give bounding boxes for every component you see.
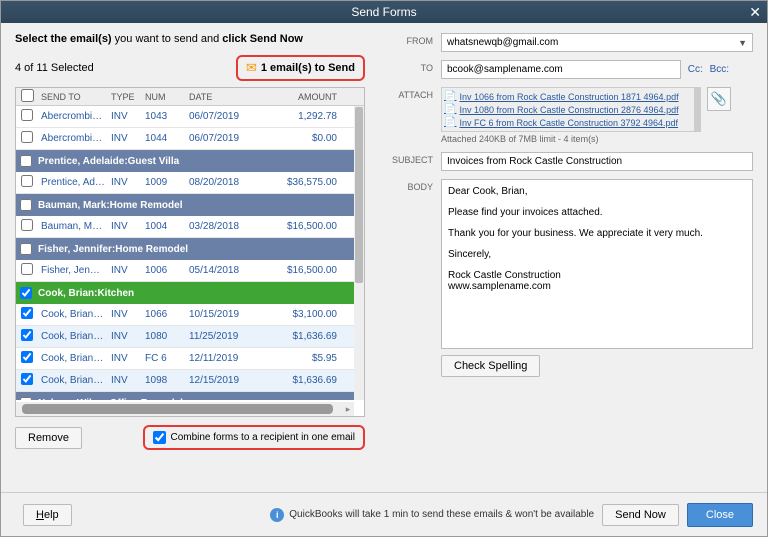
- table-row[interactable]: Abercrombie, K...INV104406/07/2019$0.00: [16, 128, 364, 150]
- attachment-file[interactable]: 📄Inv FC 6 from Rock Castle Construction …: [444, 116, 698, 129]
- envelope-icon: ✉: [246, 60, 257, 76]
- close-icon[interactable]: ✕: [749, 1, 761, 23]
- col-date[interactable]: DATE: [186, 92, 260, 102]
- info-icon: i: [270, 508, 284, 522]
- col-num[interactable]: NUM: [142, 92, 186, 102]
- email-table: SEND TO TYPE NUM DATE AMOUNT Abercrombie…: [15, 87, 365, 417]
- pdf-icon: 📄: [444, 104, 456, 115]
- table-row[interactable]: Cook, Brian:Kit...INV106610/15/2019$3,10…: [16, 304, 364, 326]
- table-row[interactable]: Cook, Brian:Kit...INVFC 612/11/2019$5.95: [16, 348, 364, 370]
- attachment-list: 📄Inv 1066 from Rock Castle Construction …: [441, 87, 701, 132]
- selection-count: 4 of 11 Selected: [15, 62, 94, 74]
- table-header: SEND TO TYPE NUM DATE AMOUNT: [16, 88, 364, 106]
- group-header[interactable]: Fisher, Jennifer:Home Remodel: [16, 238, 364, 260]
- paperclip-icon[interactable]: 📎: [707, 87, 731, 111]
- attach-note: Attached 240KB of 7MB limit - 4 item(s): [441, 134, 701, 144]
- footer-info: i QuickBooks will take 1 min to send the…: [270, 508, 594, 522]
- col-sendto[interactable]: SEND TO: [38, 92, 108, 102]
- group-header[interactable]: Cook, Brian:Kitchen: [16, 282, 364, 304]
- group-checkbox[interactable]: [20, 199, 32, 211]
- pdf-icon: 📄: [444, 91, 456, 102]
- to-label: TO: [381, 60, 433, 73]
- attachment-file[interactable]: 📄Inv 1080 from Rock Castle Construction …: [444, 103, 698, 116]
- row-checkbox[interactable]: [21, 109, 33, 121]
- row-checkbox[interactable]: [21, 351, 33, 363]
- group-header[interactable]: Prentice, Adelaide:Guest Villa: [16, 150, 364, 172]
- subject-input[interactable]: [441, 152, 753, 171]
- select-all-checkbox[interactable]: [21, 89, 34, 102]
- table-row[interactable]: Prentice, Adelai...INV100908/20/2018$36,…: [16, 172, 364, 194]
- row-checkbox[interactable]: [21, 373, 33, 385]
- horizontal-scrollbar[interactable]: ▸: [16, 402, 354, 416]
- cc-link[interactable]: Cc:: [688, 64, 703, 75]
- row-checkbox[interactable]: [21, 131, 33, 143]
- pdf-icon: 📄: [444, 117, 456, 128]
- body-textarea[interactable]: Dear Cook, Brian,Please find your invoic…: [441, 179, 753, 349]
- col-type[interactable]: TYPE: [108, 92, 142, 102]
- table-row[interactable]: Cook, Brian:Kit...INV109812/15/2019$1,63…: [16, 370, 364, 392]
- titlebar: Send Forms ✕: [1, 1, 767, 23]
- group-header[interactable]: Nelson, Wilma:Office Remodel: [16, 392, 364, 400]
- attachment-file[interactable]: 📄Inv 1066 from Rock Castle Construction …: [444, 90, 698, 103]
- help-button[interactable]: Help: [23, 504, 72, 526]
- chevron-down-icon: ▼: [738, 38, 747, 48]
- row-checkbox[interactable]: [21, 219, 33, 231]
- table-row[interactable]: Bauman, Mark:...INV100403/28/2018$16,500…: [16, 216, 364, 238]
- from-label: FROM: [381, 33, 433, 46]
- close-button[interactable]: Close: [687, 503, 753, 527]
- combine-checkbox[interactable]: [153, 431, 166, 444]
- attach-label: ATTACH: [381, 87, 433, 100]
- group-checkbox[interactable]: [20, 155, 32, 167]
- to-input[interactable]: [441, 60, 681, 79]
- row-checkbox[interactable]: [21, 329, 33, 341]
- remove-button[interactable]: Remove: [15, 427, 82, 449]
- instruction-text: Select the email(s) you want to send and…: [15, 33, 365, 45]
- group-checkbox[interactable]: [20, 243, 32, 255]
- bcc-link[interactable]: Bcc:: [710, 64, 729, 75]
- send-now-button[interactable]: Send Now: [602, 504, 679, 526]
- group-checkbox[interactable]: [20, 287, 32, 299]
- group-checkbox[interactable]: [20, 397, 32, 400]
- table-row[interactable]: Fisher, Jennifer:...INV100605/14/2018$16…: [16, 260, 364, 282]
- from-select[interactable]: whatsnewqb@gmail.com▼: [441, 33, 753, 52]
- row-checkbox[interactable]: [21, 263, 33, 275]
- col-amount[interactable]: AMOUNT: [260, 92, 340, 102]
- row-checkbox[interactable]: [21, 307, 33, 319]
- combine-forms-option[interactable]: Combine forms to a recipient in one emai…: [143, 425, 365, 450]
- subject-label: SUBJECT: [381, 152, 433, 165]
- window-title: Send Forms: [351, 5, 416, 19]
- table-row[interactable]: Abercrombie, K...INV104306/07/20191,292.…: [16, 106, 364, 128]
- check-spelling-button[interactable]: Check Spelling: [441, 355, 540, 377]
- table-row[interactable]: Cook, Brian:Kit...INV108011/25/2019$1,63…: [16, 326, 364, 348]
- emails-to-send-badge: ✉ 1 email(s) to Send: [236, 55, 365, 81]
- body-label: BODY: [381, 179, 433, 192]
- group-header[interactable]: Bauman, Mark:Home Remodel: [16, 194, 364, 216]
- row-checkbox[interactable]: [21, 175, 33, 187]
- attach-scrollbar[interactable]: [694, 88, 700, 131]
- vertical-scrollbar[interactable]: [354, 106, 364, 400]
